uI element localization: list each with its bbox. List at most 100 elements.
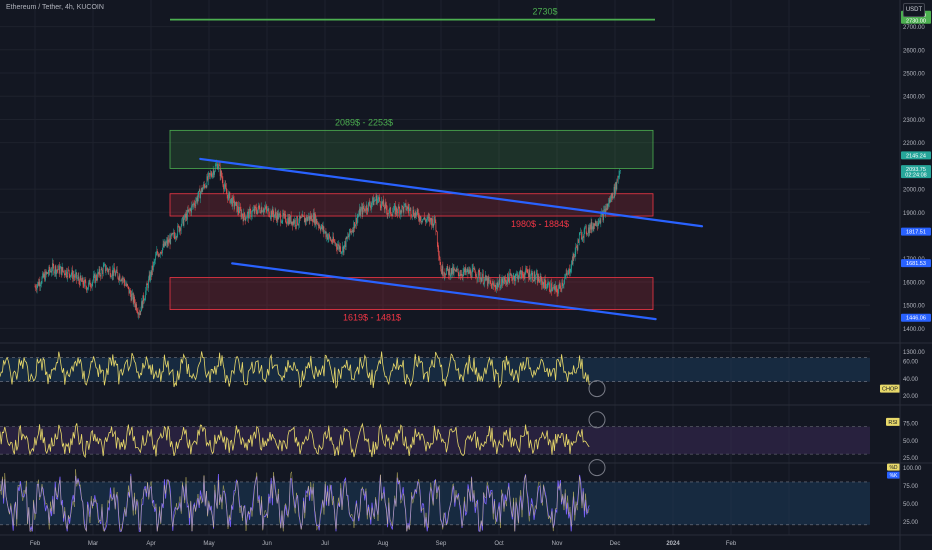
candle-body <box>619 170 620 176</box>
candle-body <box>500 282 502 288</box>
candle-body <box>249 208 250 219</box>
zones: 2089$ - 2253$ 1980$ - 1884$ 1619$ - 1481$ <box>169 117 654 323</box>
candle-body <box>397 206 399 214</box>
candle-body <box>526 269 528 273</box>
candle-body <box>377 198 378 204</box>
candle-body <box>187 209 189 212</box>
candle-body <box>86 286 87 291</box>
candle-body <box>526 268 527 270</box>
candle-body <box>262 211 264 213</box>
candle-body <box>616 179 618 190</box>
candle-body <box>398 206 400 209</box>
candle-body <box>135 304 137 308</box>
chart-canvas[interactable]: 2089$ - 2253$1980$ - 1884$1619$ - 1481$2… <box>0 0 932 550</box>
candle-body <box>110 276 112 277</box>
candle-body <box>216 163 218 165</box>
candle-body <box>388 209 390 214</box>
candle-body <box>368 202 370 203</box>
candle-body <box>417 209 419 214</box>
candle-body <box>206 176 208 188</box>
candle-body <box>168 239 169 243</box>
candle-body <box>102 266 104 275</box>
candle-body <box>291 221 293 224</box>
candle-body <box>161 253 163 254</box>
candle-body <box>378 197 380 199</box>
candle-body <box>79 275 81 286</box>
candle-body <box>590 224 591 230</box>
candle-body <box>97 272 98 280</box>
candle-body <box>583 235 584 238</box>
candle-body <box>540 276 542 279</box>
candle-body <box>600 214 602 223</box>
candle-body <box>524 273 526 279</box>
candle-body <box>454 268 456 270</box>
candle-body <box>471 276 472 278</box>
candle-body <box>521 270 523 275</box>
candle-body <box>287 218 288 224</box>
candle-body <box>210 173 211 175</box>
candle-body <box>179 227 181 232</box>
candle-body <box>331 239 332 243</box>
zone-label-0: 2089$ - 2253$ <box>335 117 393 127</box>
candle-body <box>101 269 103 270</box>
candle-body <box>560 288 562 290</box>
candle-body <box>462 272 464 277</box>
time-axis: Feb Mar Apr May Jun Jul Aug Sep Oct Nov Dec 2024 Feb <box>0 534 932 547</box>
candle-body <box>504 277 506 280</box>
candle-body <box>478 270 480 273</box>
candle-body <box>598 222 600 224</box>
time-tick-label: Apr <box>146 541 155 547</box>
candle-body <box>308 216 309 219</box>
candle-body <box>567 270 569 275</box>
candle-body <box>118 277 119 281</box>
candle-body <box>48 266 50 274</box>
candle-body <box>183 219 185 226</box>
candle-body <box>459 274 460 276</box>
candle-body <box>134 296 135 304</box>
candle-body <box>498 283 499 288</box>
candle-body <box>423 217 425 220</box>
candle-body <box>480 277 482 282</box>
candle-body <box>569 271 571 274</box>
currency-button[interactable]: USDT <box>903 3 925 17</box>
candle-body <box>467 269 469 274</box>
candle-body <box>511 274 513 279</box>
candle-body <box>159 252 161 255</box>
candle-body <box>139 310 141 315</box>
candle-body <box>365 210 366 212</box>
candle-body <box>400 210 401 215</box>
candle-body <box>54 266 56 272</box>
candle-body <box>264 208 266 210</box>
candle-body <box>201 188 203 192</box>
candle-body <box>542 281 543 286</box>
candle-body <box>556 287 558 293</box>
candle-body <box>333 241 335 243</box>
candle-body <box>226 193 228 196</box>
candle-body <box>56 269 57 275</box>
candle-body <box>267 208 269 210</box>
candle-body <box>285 214 286 223</box>
candle-body <box>399 208 401 215</box>
candle-body <box>493 284 495 286</box>
candle-body <box>283 212 284 216</box>
candle-body <box>281 222 282 224</box>
candle-body <box>65 270 67 276</box>
price-tick-label: 1900.00 <box>903 211 925 217</box>
candle-body <box>108 269 110 272</box>
candle-body <box>269 216 271 218</box>
candle-body <box>450 268 452 275</box>
candle-body <box>548 282 550 291</box>
price-badge-4: 1681.53 <box>901 259 931 268</box>
candle-body <box>177 225 179 236</box>
candle-body <box>471 269 473 278</box>
candle-body <box>418 213 419 219</box>
candle-body <box>448 269 449 275</box>
candle-body <box>487 277 489 286</box>
candle-body <box>84 280 85 287</box>
candle-body <box>429 217 431 223</box>
candle-body <box>497 282 499 288</box>
candle-body <box>297 224 299 226</box>
candle-body <box>483 283 485 284</box>
candle-body <box>209 173 211 175</box>
candle-body <box>197 197 199 202</box>
